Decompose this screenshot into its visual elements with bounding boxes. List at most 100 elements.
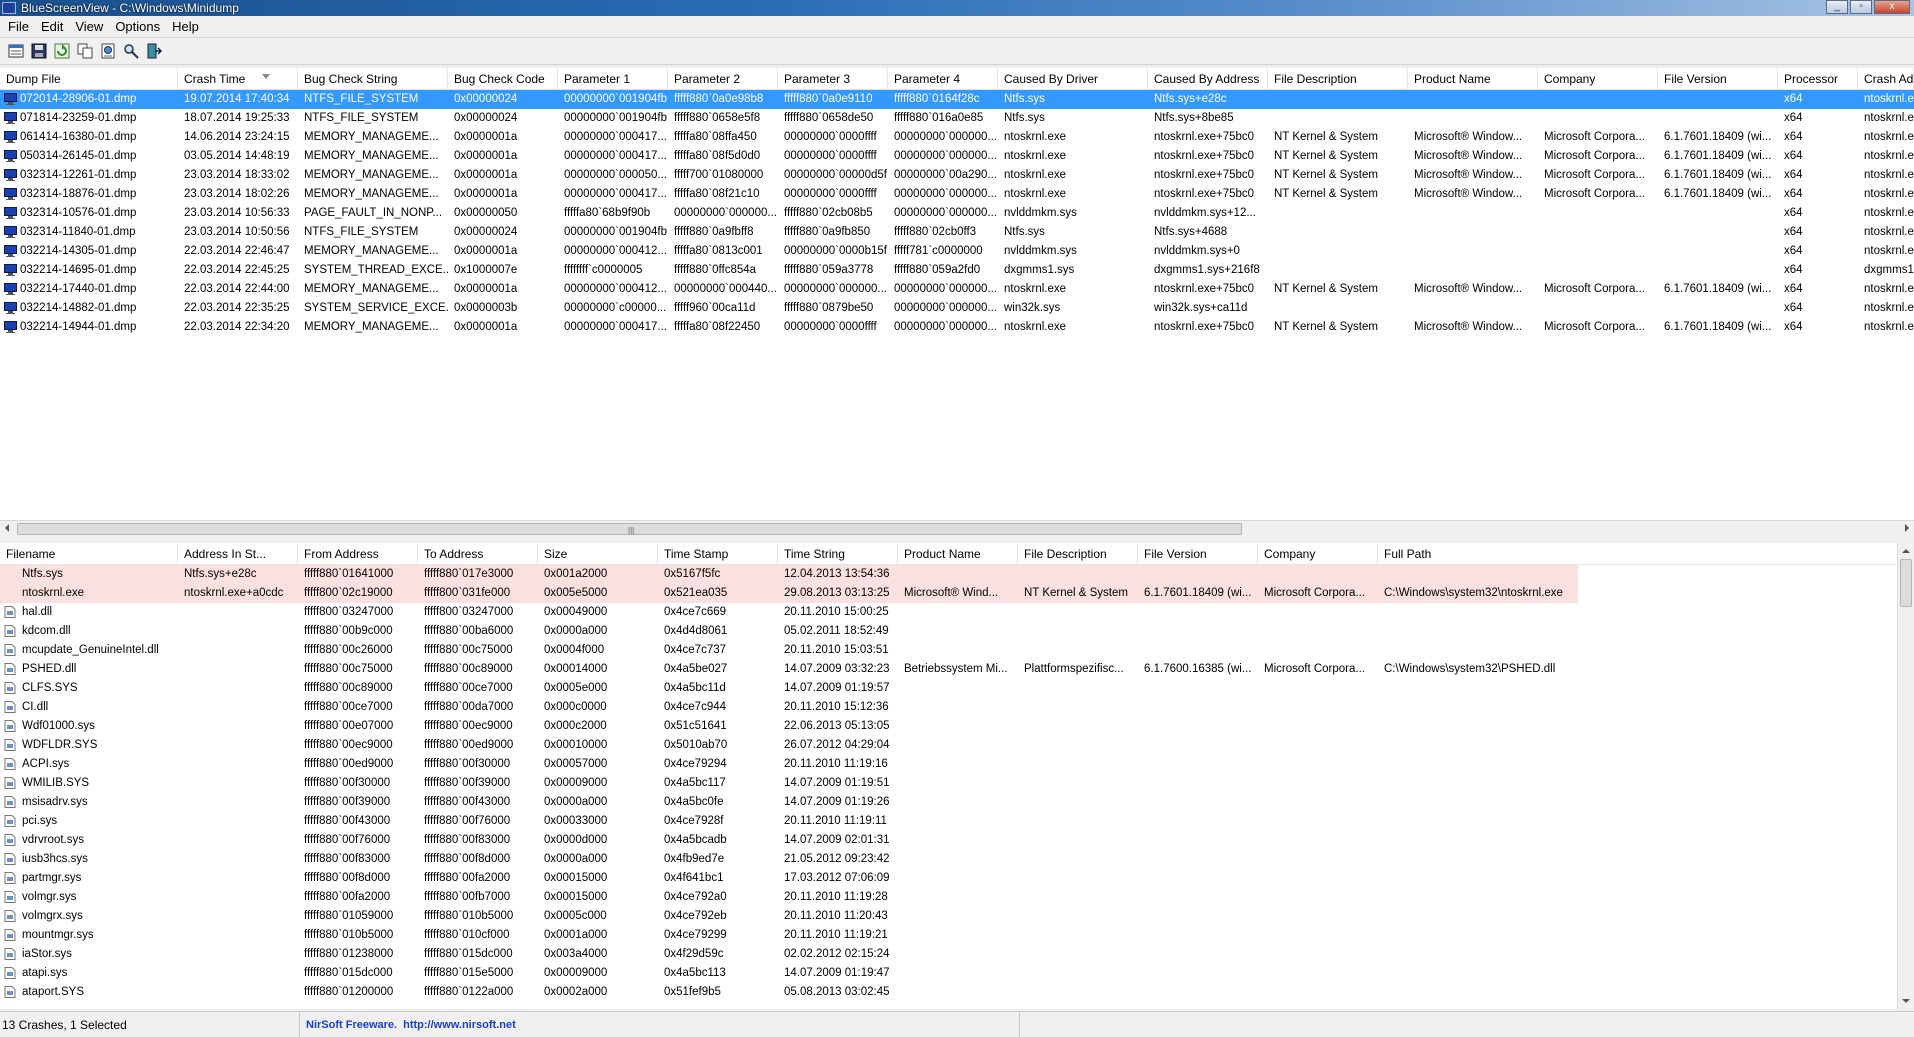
cell-time-stamp: 0x4a5bc11d [664, 682, 726, 694]
driver-row[interactable]: mcupdate_GenuineIntel.dll fffff880`00c260… [0, 641, 1914, 660]
column-parameter-4[interactable]: Parameter 4 [888, 68, 998, 90]
scroll-left-icon[interactable] [5, 524, 9, 532]
column-processor[interactable]: Processor [1778, 68, 1858, 90]
column-product-name[interactable]: Product Name [1408, 68, 1538, 90]
column-from-address[interactable]: From Address [298, 543, 418, 565]
column-time-string[interactable]: Time String [778, 543, 898, 565]
driver-row[interactable]: ataport.SYS fffff880`01200000 fffff880`012… [0, 983, 1914, 1002]
crash-row[interactable]: 032314-12261-01.dmp 23.03.2014 18:33:02 ME… [0, 166, 1914, 185]
html-report-button[interactable] [98, 41, 118, 61]
horizontal-scrollbar[interactable]: ||| [0, 520, 1914, 537]
column-file-version-2[interactable]: File Version [1138, 543, 1258, 565]
properties-button[interactable] [6, 41, 26, 61]
driver-row[interactable]: volmgrx.sys fffff880`01059000 fffff880`010… [0, 907, 1914, 926]
column-file-description-2[interactable]: File Description [1018, 543, 1138, 565]
driver-row[interactable]: Wdf01000.sys fffff880`00e07000 fffff880`00… [0, 717, 1914, 736]
cell-file-description [1018, 850, 1138, 869]
column-caused-by-driver[interactable]: Caused By Driver [998, 68, 1148, 90]
driver-row[interactable]: CLFS.SYS fffff880`00c89000 fffff880`00ce70… [0, 679, 1914, 698]
driver-row[interactable]: ACPI.sys fffff880`00ed9000 fffff880`00f300… [0, 755, 1914, 774]
column-full-path[interactable]: Full Path [1378, 543, 1898, 565]
cell-address-in-stack [178, 964, 298, 983]
column-filename[interactable]: Filename [0, 543, 178, 565]
maximize-button[interactable]: ▫ [1850, 0, 1872, 14]
refresh-button[interactable] [52, 41, 72, 61]
crash-row[interactable]: 071814-23259-01.dmp 18.07.2014 19:25:33 NT… [0, 109, 1914, 128]
cell-full-path [1378, 964, 1578, 983]
driver-row[interactable]: WMILIB.SYS fffff880`00f30000 fffff880`00f3… [0, 774, 1914, 793]
driver-row[interactable]: Ntfs.sys Ntfs.sys+e28c fffff880`01641000 ff… [0, 565, 1914, 584]
driver-row[interactable]: kdcom.dll fffff880`00b9c000 fffff880`00ba6… [0, 622, 1914, 641]
crash-row[interactable]: 032314-10576-01.dmp 23.03.2014 10:56:33 PA… [0, 204, 1914, 223]
crash-row[interactable]: 061414-16380-01.dmp 14.06.2014 23:24:15 ME… [0, 128, 1914, 147]
driver-row[interactable]: ntoskrnl.exe ntoskrnl.exe+a0cdc fffff800`0… [0, 584, 1914, 603]
driver-row[interactable]: vdrvroot.sys fffff880`00f76000 fffff880`00… [0, 831, 1914, 850]
exit-button[interactable] [144, 41, 164, 61]
cell-caused-by-driver: Ntfs.sys [1004, 93, 1045, 105]
column-to-address[interactable]: To Address [418, 543, 538, 565]
column-crash-time[interactable]: Crash Time [178, 68, 298, 90]
driver-row[interactable]: WDFLDR.SYS fffff880`00ec9000 fffff880`00ed… [0, 736, 1914, 755]
save-button[interactable] [29, 41, 49, 61]
crash-row[interactable]: 032314-18876-01.dmp 23.03.2014 18:02:26 ME… [0, 185, 1914, 204]
driver-row[interactable]: CI.dll fffff880`00ce7000 fffff880`00da7000… [0, 698, 1914, 717]
driver-row[interactable]: msisadrv.sys fffff880`00f39000 fffff880`00… [0, 793, 1914, 812]
column-bug-check-string[interactable]: Bug Check String [298, 68, 448, 90]
driver-row[interactable]: mountmgr.sys fffff880`010b5000 fffff880`01… [0, 926, 1914, 945]
column-crash-address[interactable]: Crash Ad [1858, 68, 1914, 90]
driver-list-header: Filename Address In St... From Address T… [0, 543, 1914, 565]
cell-file-description [1018, 622, 1138, 641]
nirsoft-link[interactable]: http://www.nirsoft.net [403, 1019, 516, 1031]
crash-row[interactable]: 032214-14944-01.dmp 22.03.2014 22:34:20 ME… [0, 318, 1914, 337]
find-button[interactable] [121, 41, 141, 61]
crash-row[interactable]: 032314-11840-01.dmp 23.03.2014 10:50:56 NT… [0, 223, 1914, 242]
copy-button[interactable] [75, 41, 95, 61]
driver-row[interactable]: partmgr.sys fffff880`00f8d000 fffff880`00f… [0, 869, 1914, 888]
driver-row[interactable]: iusb3hcs.sys fffff880`00f83000 fffff880`00… [0, 850, 1914, 869]
scroll-up-icon[interactable] [1902, 549, 1910, 553]
column-parameter-1[interactable]: Parameter 1 [558, 68, 668, 90]
column-product-name-2[interactable]: Product Name [898, 543, 1018, 565]
minimize-button[interactable]: _ [1826, 0, 1848, 14]
crash-row[interactable]: 032214-14882-01.dmp 22.03.2014 22:35:25 SY… [0, 299, 1914, 318]
column-bug-check-code[interactable]: Bug Check Code [448, 68, 558, 90]
menu-help[interactable]: Help [166, 19, 205, 34]
menu-file[interactable]: File [2, 19, 35, 34]
column-company[interactable]: Company [1538, 68, 1658, 90]
driver-row[interactable]: volmgr.sys fffff880`00fa2000 fffff880`00fb… [0, 888, 1914, 907]
cell-full-path [1378, 603, 1578, 622]
vertical-scrollbar[interactable] [1897, 543, 1914, 1009]
scroll-right-icon[interactable] [1905, 524, 1909, 532]
menu-edit[interactable]: Edit [35, 19, 69, 34]
crash-row[interactable]: 050314-26145-01.dmp 03.05.2014 14:48:19 ME… [0, 147, 1914, 166]
crash-row[interactable]: 032214-14305-01.dmp 22.03.2014 22:46:47 ME… [0, 242, 1914, 261]
column-size[interactable]: Size [538, 543, 658, 565]
driver-row[interactable]: pci.sys fffff880`00f43000 fffff880`00f7600… [0, 812, 1914, 831]
cell-filename: msisadrv.sys [22, 796, 88, 808]
column-file-description[interactable]: File Description [1268, 68, 1408, 90]
column-caused-by-address[interactable]: Caused By Address [1148, 68, 1268, 90]
scroll-thumb[interactable]: ||| [17, 523, 1242, 535]
driver-row[interactable]: hal.dll fffff800`03247000 fffff800`0324700… [0, 603, 1914, 622]
cell-address-in-stack [178, 641, 298, 660]
scroll-down-icon[interactable] [1902, 999, 1910, 1003]
column-dump-file[interactable]: Dump File [0, 68, 178, 90]
menu-view[interactable]: View [69, 19, 109, 34]
driver-row[interactable]: atapi.sys fffff880`015dc000 fffff880`015e5… [0, 964, 1914, 983]
column-address-in-stack[interactable]: Address In St... [178, 543, 298, 565]
crash-row[interactable]: 072014-28906-01.dmp 19.07.2014 17:40:34 NT… [0, 90, 1914, 109]
cell-company [1538, 90, 1658, 109]
column-time-stamp[interactable]: Time Stamp [658, 543, 778, 565]
column-company-2[interactable]: Company [1258, 543, 1378, 565]
driver-row[interactable]: iaStor.sys fffff880`01238000 fffff880`015d… [0, 945, 1914, 964]
column-parameter-2[interactable]: Parameter 2 [668, 68, 778, 90]
column-parameter-3[interactable]: Parameter 3 [778, 68, 888, 90]
crash-row[interactable]: 032214-17440-01.dmp 22.03.2014 22:44:00 ME… [0, 280, 1914, 299]
menu-options[interactable]: Options [109, 19, 166, 34]
close-button[interactable]: x [1874, 0, 1910, 14]
scroll-thumb-vertical[interactable] [1900, 559, 1912, 607]
cell-time-string: 20.11.2010 15:12:36 [784, 701, 889, 713]
crash-row[interactable]: 032214-14695-01.dmp 22.03.2014 22:45:25 SY… [0, 261, 1914, 280]
column-file-version[interactable]: File Version [1658, 68, 1778, 90]
driver-row[interactable]: PSHED.dll fffff880`00c75000 fffff880`00c89… [0, 660, 1914, 679]
